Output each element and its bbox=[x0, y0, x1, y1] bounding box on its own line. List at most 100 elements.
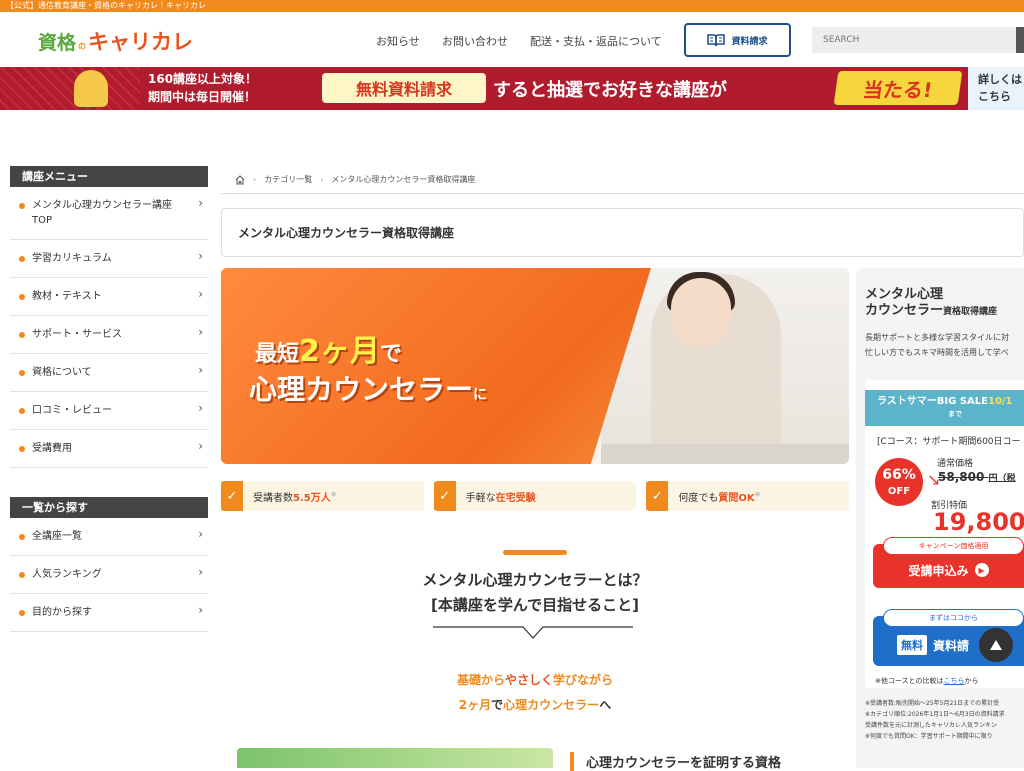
hero-tagline-duration: 2ヶ月 bbox=[299, 334, 380, 369]
card-title-suffix: 資格取得講座 bbox=[943, 307, 998, 317]
course-price-card: メンタル心理 カウンセラー資格取得講座 長期サポートと多様な学習スタイルに対 忙しい… bbox=[856, 268, 1024, 768]
scroll-to-top-button[interactable] bbox=[979, 628, 1013, 662]
feature-home-exam: ✓ 手軽な在宅受験 bbox=[433, 481, 637, 511]
discount-price: 19,800 bbox=[933, 508, 1024, 536]
chevron-right-icon: › bbox=[198, 603, 203, 617]
nav-shipping-payment-returns[interactable]: 配送・支払・返品について bbox=[530, 33, 662, 49]
logo-text-no: の bbox=[78, 41, 87, 51]
triangle-up-icon bbox=[990, 640, 1002, 650]
breadcrumb: › カテゴリ一覧 › メンタル心理カウンセラー資格取得講座 bbox=[221, 166, 1024, 194]
apply-button-label: 受講申込み bbox=[908, 563, 969, 578]
chevron-right-icon: › bbox=[198, 527, 203, 541]
sidebar-item-course-top[interactable]: メンタル心理カウンセラー講座TOP › bbox=[10, 187, 208, 240]
footnote: ※カテゴリ順位:2026年1月1日～6月3日の資料請求 bbox=[865, 711, 1005, 718]
chevron-right-icon: › bbox=[198, 439, 203, 453]
section-accent-bar bbox=[503, 550, 567, 555]
sidebar-item-label: 資格について bbox=[32, 367, 92, 378]
hero-headline: 心理カウンセラーに bbox=[249, 368, 487, 408]
sale-label: ラストサマーBIG SALE bbox=[877, 396, 988, 407]
open-book-icon bbox=[707, 34, 726, 47]
sidebar-item-all-courses[interactable]: 全講座一覧 › bbox=[10, 518, 208, 556]
section-heading-line1: メンタル心理カウンセラーとは？ bbox=[422, 571, 648, 589]
banner-details-link[interactable]: 詳しくは こちら bbox=[968, 67, 1024, 110]
discount-badge: 66% OFF bbox=[875, 458, 923, 506]
chevron-right-icon: › bbox=[198, 401, 203, 415]
sidebar-item-materials[interactable]: 教材・テキスト › bbox=[10, 278, 208, 316]
chevron-right-icon: › bbox=[198, 565, 203, 579]
campaign-banner[interactable]: 160講座以上対象！ 期間中は毎日開催！ 無料資料請求 すると抽選でお好きな講座が… bbox=[0, 67, 968, 110]
sidebar-item-reviews[interactable]: 口コミ・レビュー › bbox=[10, 392, 208, 430]
sidebar-item-label: 全講座一覧 bbox=[32, 531, 82, 542]
sidebar-item-qualification[interactable]: 資格について › bbox=[10, 354, 208, 392]
search-input[interactable] bbox=[812, 27, 1024, 53]
logo-text-shikaku: 資格 bbox=[38, 31, 77, 54]
chevron-right-icon: › bbox=[198, 325, 203, 339]
check-icon: ✓ bbox=[433, 481, 456, 511]
banner-confetti bbox=[0, 67, 140, 110]
hero-headline-particle: に bbox=[473, 387, 488, 403]
sidebar-item-by-purpose[interactable]: 目的から探す › bbox=[10, 594, 208, 632]
document-request-button[interactable]: 資料請求 bbox=[684, 23, 791, 57]
hero-person-face bbox=[671, 278, 731, 348]
sidebar-item-ranking[interactable]: 人気ランキング › bbox=[10, 556, 208, 594]
banner-intro: 160講座以上対象！ 期間中は毎日開催！ bbox=[148, 70, 257, 106]
footnote: ※何度でも質問OK：学習サポート期間中に限り bbox=[865, 733, 993, 740]
course-compare-note: ※他コースとの比較はこちらから bbox=[875, 677, 979, 685]
feature-questions: ✓ 何度でも質問OK※ bbox=[646, 481, 850, 511]
card-course-title: メンタル心理 カウンセラー資格取得講座 bbox=[865, 287, 997, 320]
section-subheading: 心理カウンセラーを証明する資格 bbox=[570, 752, 781, 771]
start-here-tag: まずはココから bbox=[883, 609, 1024, 627]
sidebar-item-support[interactable]: サポート・サービス › bbox=[10, 316, 208, 354]
search-button[interactable] bbox=[1016, 27, 1024, 53]
chevron-right-icon: › bbox=[198, 287, 203, 301]
chevron-right-icon: › bbox=[198, 196, 203, 210]
sidebar-item-fees[interactable]: 受講費用 › bbox=[10, 430, 208, 468]
sidebar-item-curriculum[interactable]: 学習カリキュラム › bbox=[10, 240, 208, 278]
check-icon: ✓ bbox=[221, 481, 243, 511]
sidebar-item-label: 教材・テキスト bbox=[32, 291, 102, 302]
arrow-circle-icon: ▶ bbox=[974, 563, 989, 577]
breadcrumb-current: メンタル心理カウンセラー資格取得講座 bbox=[331, 175, 476, 184]
regular-price: 58,800 円（税 bbox=[938, 470, 1016, 484]
sidebar-browse-title: 一覧から探す bbox=[10, 497, 208, 518]
heading-underline bbox=[433, 626, 633, 639]
section-image bbox=[237, 748, 553, 768]
free-label: 無料 bbox=[897, 635, 927, 655]
nav-contact[interactable]: お問い合わせ bbox=[442, 33, 508, 49]
banner-line2: 期間中は毎日開催！ bbox=[148, 90, 257, 104]
sale-date: 10/1 bbox=[987, 396, 1013, 407]
hero-headline-main: 心理カウンセラー bbox=[249, 373, 474, 406]
banner-mascot-icon bbox=[74, 70, 108, 107]
card-title-line2: カウンセラー bbox=[865, 303, 944, 318]
compare-link[interactable]: こちら bbox=[943, 677, 964, 685]
campaign-tag: キャンペーン価格適用 bbox=[883, 537, 1024, 555]
sidebar-item-label: 学習カリキュラム bbox=[32, 253, 112, 264]
section-heading: メンタル心理カウンセラーとは？ [本講座を学んで目指せること] bbox=[330, 568, 740, 618]
regular-price-value: 58,800 bbox=[938, 470, 985, 484]
card-desc-line1: 長期サポートと多様な学習スタイルに対 bbox=[865, 333, 1009, 342]
section-lead-line2: 2ヶ月で心理カウンセラーへ bbox=[458, 698, 612, 712]
feature-text: 何度でも質問OK※ bbox=[678, 490, 761, 504]
hero-desk bbox=[601, 444, 849, 464]
section-heading-line2: [本講座を学んで目指せること] bbox=[431, 596, 639, 614]
footnote: 受講件数を元に計測したキャリカレ人気ランキン bbox=[865, 722, 997, 729]
sidebar-item-label: メンタル心理カウンセラー講座TOP bbox=[32, 200, 172, 226]
breadcrumb-separator-icon: › bbox=[253, 175, 257, 184]
site-logo[interactable]: 資格 の キャリカレ bbox=[38, 26, 193, 56]
card-desc-line2: 忙しい方でもスキマ時間を活用して学べ bbox=[865, 348, 1009, 357]
breadcrumb-category-list[interactable]: カテゴリ一覧 bbox=[264, 174, 312, 185]
discount-percent: 66% bbox=[882, 467, 916, 483]
card-description: 長期サポートと多様な学習スタイルに対 忙しい方でもスキマ時間を活用して学べ bbox=[865, 330, 1009, 360]
hero-banner: 最短2ヶ月で 心理カウンセラーに bbox=[221, 268, 849, 464]
breadcrumb-separator-icon: › bbox=[320, 175, 324, 184]
sidebar-item-label: 受講費用 bbox=[32, 443, 72, 454]
section-lead: 基礎からやさしく学びながら 2ヶ月で心理カウンセラーへ bbox=[330, 668, 740, 718]
feature-text: 手軽な在宅受験 bbox=[465, 492, 536, 504]
regular-price-unit: 円（税 bbox=[988, 474, 1016, 484]
home-icon[interactable] bbox=[235, 174, 245, 185]
footnote: ※受講者数:販売開始～25年5月21日までの累計受 bbox=[865, 700, 1000, 707]
course-plan-label: [Cコース：サポート期間600日コー bbox=[877, 437, 1021, 447]
feature-students: ✓ 受講者数5.5万人※ bbox=[221, 481, 424, 511]
regular-price-label: 通常価格 bbox=[937, 459, 974, 469]
nav-news[interactable]: お知らせ bbox=[376, 33, 420, 49]
